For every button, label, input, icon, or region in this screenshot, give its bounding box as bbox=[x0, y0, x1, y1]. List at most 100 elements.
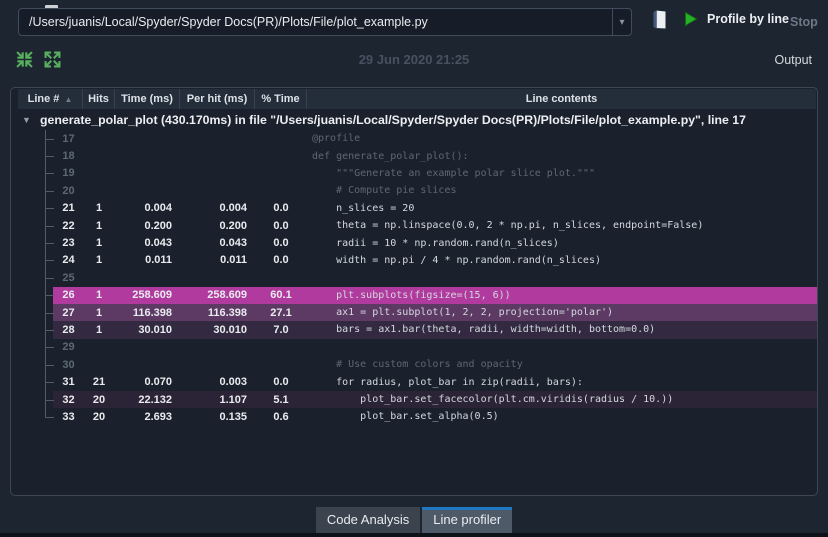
line-number: 22 bbox=[62, 219, 75, 232]
line-number: 27 bbox=[62, 306, 75, 319]
highlight-bar bbox=[53, 269, 817, 286]
profile-by-line-label: Profile by line bbox=[707, 12, 789, 26]
header-line-contents[interactable]: Line contents bbox=[307, 89, 816, 109]
table-row[interactable]: 27 1 116.398 116.398 27.1 ax1 = plt.subp… bbox=[11, 303, 817, 322]
table-row[interactable]: 32 20 22.132 1.107 5.1 plot_bar.set_face… bbox=[11, 390, 817, 409]
per-hit-cell: 0.135 bbox=[219, 410, 247, 423]
stop-button[interactable]: Stop bbox=[790, 15, 818, 29]
header-time[interactable]: Time (ms) bbox=[115, 89, 180, 109]
line-number: 28 bbox=[62, 323, 75, 336]
header-line-number[interactable]: Line # ▲ bbox=[18, 89, 83, 109]
code-cell: radii = 10 * np.random.rand(n_slices) bbox=[312, 237, 559, 249]
time-cell: 116.398 bbox=[132, 306, 172, 319]
line-number: 29 bbox=[62, 341, 75, 354]
chevron-down-icon: ▾ bbox=[619, 16, 625, 28]
table-row[interactable]: 26 1 258.609 258.609 60.1 plt.subplots(f… bbox=[11, 286, 817, 304]
table-row[interactable]: 17 @profile bbox=[11, 130, 817, 148]
table-row[interactable]: 30 # Use custom colors and opacity bbox=[11, 356, 817, 374]
code-cell: plt.subplots(figsize=(15, 6)) bbox=[312, 289, 511, 301]
table-row[interactable]: 21 1 0.004 0.004 0.0 n_slices = 20 bbox=[11, 199, 817, 217]
file-path-value[interactable]: /Users/juanis/Local/Spyder/Spyder Docs(P… bbox=[19, 15, 612, 29]
line-number: 23 bbox=[62, 237, 75, 250]
collapse-triangle-icon[interactable]: ▼ bbox=[22, 115, 40, 125]
header-pct-time[interactable]: % Time bbox=[255, 89, 307, 109]
pct-time-cell: 0.0 bbox=[273, 237, 289, 250]
table-row[interactable]: 24 1 0.011 0.011 0.0 width = np.pi / 4 *… bbox=[11, 251, 817, 270]
pct-time-cell: 0.0 bbox=[273, 202, 289, 215]
code-cell: # Compute pie slices bbox=[312, 185, 457, 197]
hits-cell: 1 bbox=[95, 254, 103, 267]
hits-cell: 1 bbox=[95, 323, 103, 336]
table-header-row: Line # ▲ Hits Time (ms) Per hit (ms) % T… bbox=[18, 89, 816, 109]
table-row[interactable]: 23 1 0.043 0.043 0.0 radii = 10 * np.ran… bbox=[11, 234, 817, 252]
profiler-table: Line # ▲ Hits Time (ms) Per hit (ms) % T… bbox=[10, 87, 818, 496]
time-cell: 22.132 bbox=[138, 393, 172, 406]
pct-time-cell: 0.6 bbox=[273, 410, 289, 423]
code-cell: ax1 = plt.subplot(1, 2, 2, projection='p… bbox=[312, 307, 614, 319]
line-number: 24 bbox=[62, 254, 75, 267]
hits-cell: 1 bbox=[95, 289, 103, 302]
select-file-icon[interactable] bbox=[651, 9, 668, 30]
per-hit-cell: 116.398 bbox=[207, 306, 247, 319]
code-cell: # Use custom colors and opacity bbox=[312, 359, 523, 371]
table-row[interactable]: 22 1 0.200 0.200 0.0 theta = np.linspace… bbox=[11, 216, 817, 235]
time-cell: 0.043 bbox=[144, 237, 172, 250]
line-number: 17 bbox=[62, 132, 75, 145]
table-row[interactable]: 25 bbox=[11, 269, 817, 287]
line-number: 19 bbox=[62, 167, 75, 180]
line-number: 31 bbox=[62, 376, 75, 389]
header-per-hit[interactable]: Per hit (ms) bbox=[180, 89, 255, 109]
per-hit-cell: 0.043 bbox=[219, 237, 247, 250]
table-row[interactable]: 33 20 2.693 0.135 0.6 plot_bar.set_alpha… bbox=[11, 408, 817, 425]
hits-cell: 21 bbox=[92, 376, 106, 389]
table-row[interactable]: 29 bbox=[11, 338, 817, 357]
code-cell: @profile bbox=[312, 133, 361, 145]
table-row[interactable]: 18 def generate_polar_plot(): bbox=[11, 147, 817, 165]
pct-time-cell: 60.1 bbox=[270, 289, 292, 302]
code-cell: plot_bar.set_facecolor(plt.cm.viridis(ra… bbox=[312, 394, 674, 406]
code-cell: width = np.pi / 4 * np.random.rand(n_sli… bbox=[312, 254, 601, 266]
profile-timestamp: 29 Jun 2020 21:25 bbox=[358, 52, 470, 67]
hits-cell: 1 bbox=[95, 237, 103, 250]
hits-cell: 1 bbox=[95, 219, 103, 232]
time-cell: 258.609 bbox=[132, 289, 172, 302]
per-hit-cell: 1.107 bbox=[219, 393, 247, 406]
per-hit-cell: 0.200 bbox=[219, 219, 247, 232]
header-hits[interactable]: Hits bbox=[83, 89, 115, 109]
line-number: 20 bbox=[62, 184, 75, 197]
table-row[interactable]: 19 """Generate an example polar slice pl… bbox=[11, 164, 817, 183]
per-hit-cell: 258.609 bbox=[207, 289, 247, 302]
line-number: 25 bbox=[62, 271, 75, 284]
hits-cell: 1 bbox=[95, 306, 103, 319]
line-number: 26 bbox=[62, 289, 75, 302]
highlight-bar bbox=[53, 339, 817, 356]
pct-time-cell: 27.1 bbox=[270, 306, 292, 319]
profile-by-line-button[interactable]: Profile by line bbox=[684, 11, 789, 27]
hits-cell: 20 bbox=[92, 410, 106, 423]
line-number: 30 bbox=[62, 358, 75, 371]
hits-cell: 1 bbox=[95, 202, 103, 215]
code-cell: def generate_polar_plot(): bbox=[312, 150, 469, 162]
per-hit-cell: 0.003 bbox=[219, 376, 247, 389]
play-icon bbox=[684, 11, 698, 27]
pct-time-cell: 0.0 bbox=[273, 254, 289, 267]
line-profiler-panel: /Users/juanis/Local/Spyder/Spyder Docs(P… bbox=[0, 0, 828, 537]
tab-code-analysis[interactable]: Code Analysis bbox=[315, 507, 421, 533]
table-row[interactable]: 28 1 30.010 30.010 7.0 bars = ax1.bar(th… bbox=[11, 321, 817, 339]
code-cell: n_slices = 20 bbox=[312, 202, 415, 214]
combobox-dropdown-button[interactable]: ▾ bbox=[612, 9, 631, 35]
code-cell: for radius, plot_bar in zip(radii, bars)… bbox=[312, 376, 583, 388]
code-cell: bars = ax1.bar(theta, radii, width=width… bbox=[312, 324, 656, 336]
time-cell: 0.011 bbox=[145, 254, 172, 267]
file-path-combobox[interactable]: /Users/juanis/Local/Spyder/Spyder Docs(P… bbox=[18, 8, 632, 36]
table-body: 17 @profile 18 def generate_polar_plot()… bbox=[11, 130, 817, 426]
pct-time-cell: 7.0 bbox=[273, 323, 289, 336]
tab-line-profiler[interactable]: Line profiler bbox=[422, 507, 513, 533]
time-cell: 0.004 bbox=[144, 202, 172, 215]
table-row[interactable]: 31 21 0.070 0.003 0.0 for radius, plot_b… bbox=[11, 373, 817, 391]
pane-tabbar: Code Analysis Line profiler bbox=[0, 507, 828, 533]
function-group-row[interactable]: ▼ generate_polar_plot (430.170ms) in fil… bbox=[11, 109, 817, 130]
table-row[interactable]: 20 # Compute pie slices bbox=[11, 182, 817, 200]
function-group-label: generate_polar_plot (430.170ms) in file … bbox=[40, 112, 746, 127]
output-button[interactable]: Output bbox=[774, 53, 812, 67]
